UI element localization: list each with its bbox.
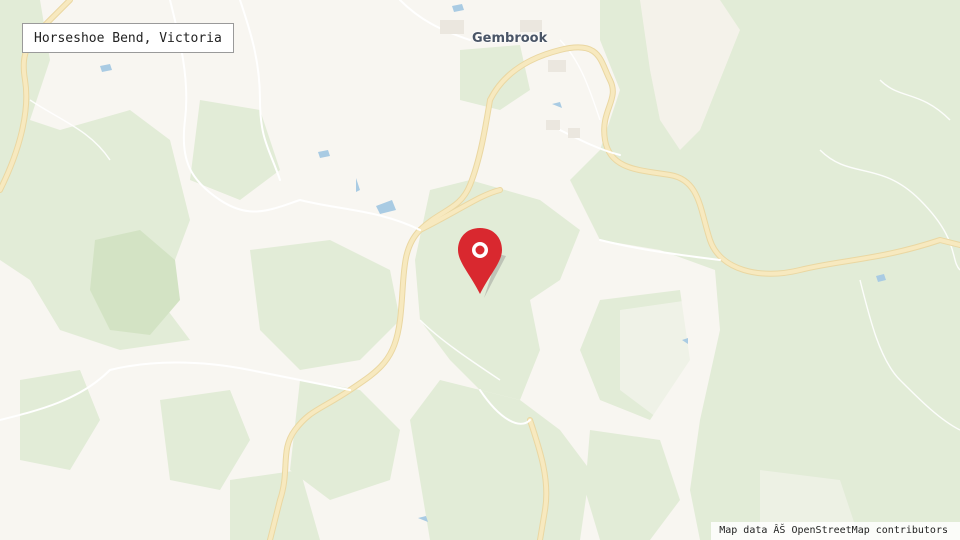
map-attribution[interactable]: Map data ÂŠ OpenStreetMap contributors bbox=[711, 522, 960, 540]
town-label: Gembrook bbox=[472, 31, 548, 46]
marker-center bbox=[475, 245, 485, 255]
marker-body bbox=[458, 228, 502, 294]
location-label: Horseshoe Bend, Victoria bbox=[22, 23, 234, 53]
map-view[interactable]: Gembrook Horseshoe Bend, Victoria Map da… bbox=[0, 0, 960, 540]
map-pin-icon[interactable] bbox=[452, 226, 508, 298]
